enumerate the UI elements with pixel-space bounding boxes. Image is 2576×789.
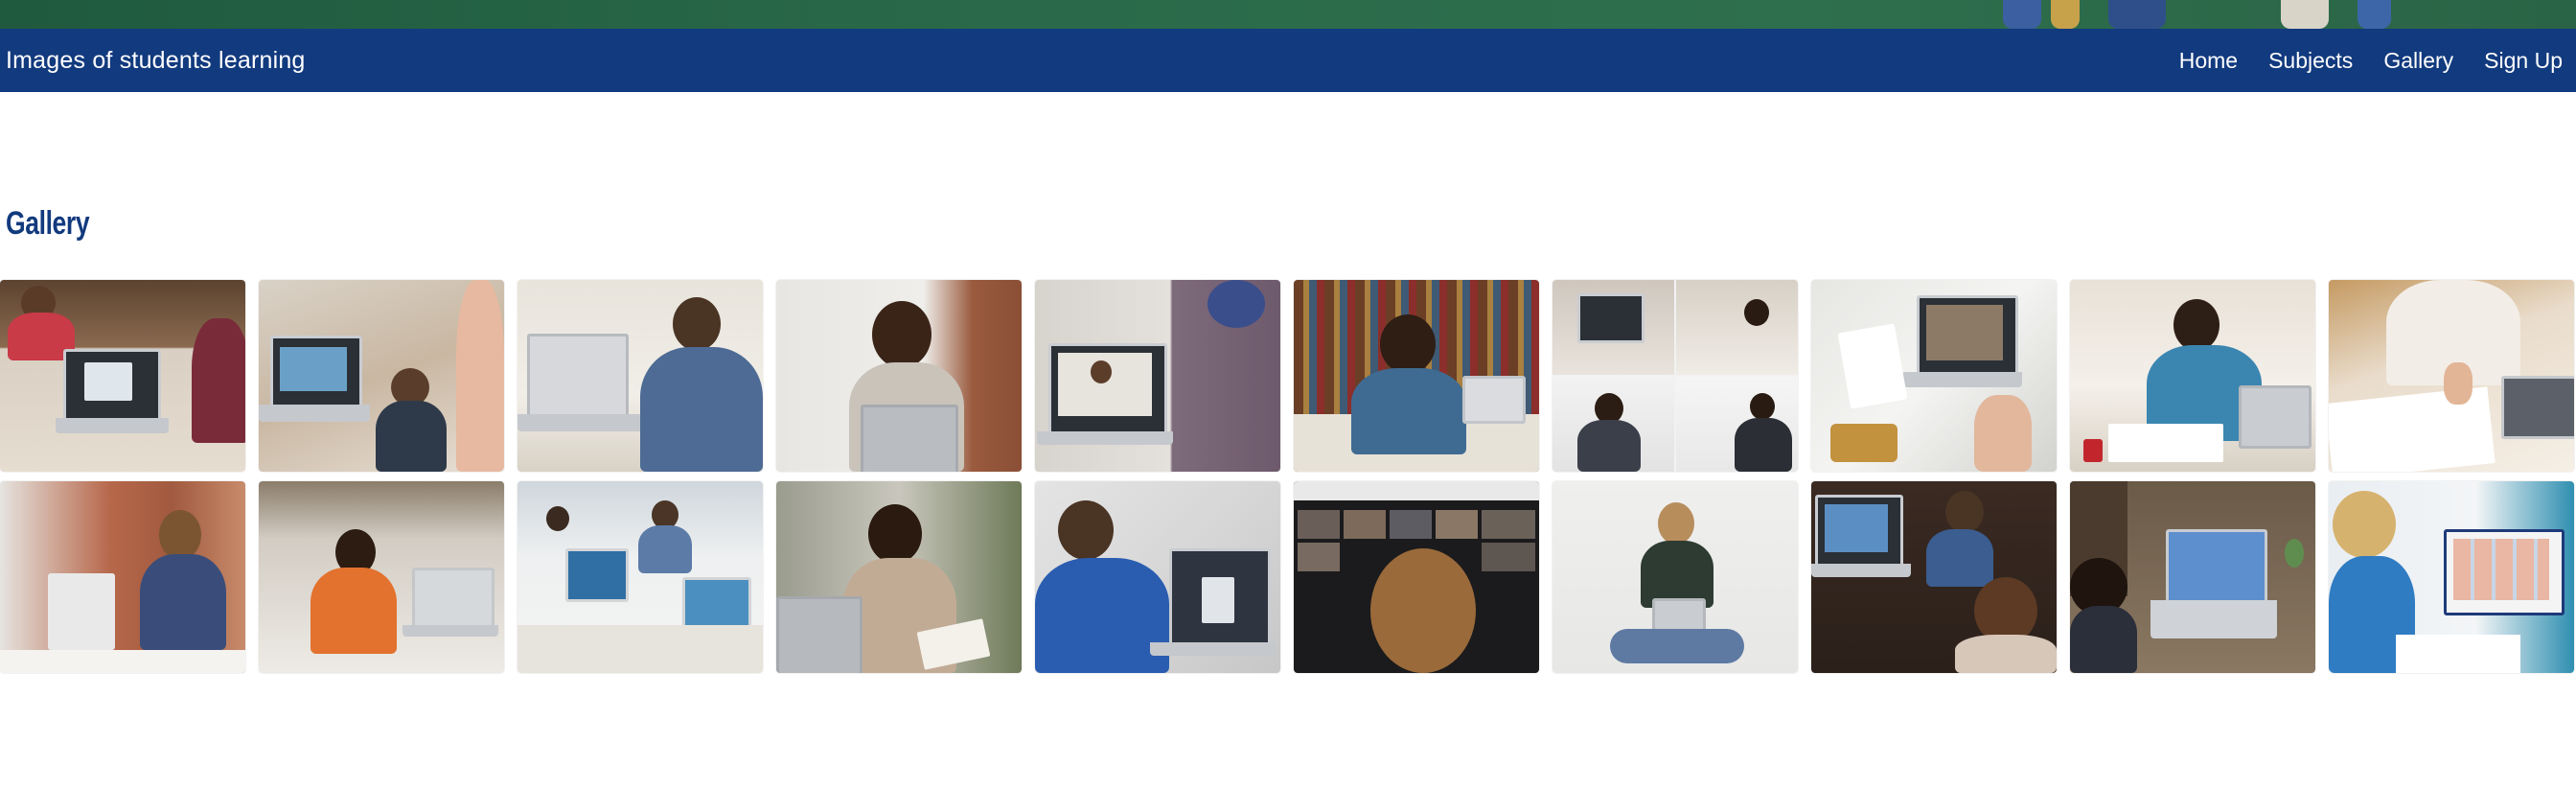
nav-home-link[interactable]: Home [2179, 48, 2238, 74]
gallery-image-boy-laptop-video-call[interactable] [259, 280, 504, 472]
gallery-grid [0, 280, 2576, 673]
gallery-image-hand-waving-laptop-call[interactable] [1811, 280, 2057, 472]
navbar: Images of students learning Home Subject… [0, 29, 2576, 92]
gallery-image-man-writing-notebook[interactable] [2070, 280, 2315, 472]
site-brand[interactable]: Images of students learning [6, 47, 306, 75]
gallery-image-video-conference-grid[interactable] [1294, 481, 1539, 673]
hero-decoration [2003, 0, 2041, 29]
gallery-image-girl-homework-desk[interactable] [259, 481, 504, 673]
gallery-image-hand-writing-notes[interactable] [2329, 280, 2574, 472]
nav-subjects-link[interactable]: Subjects [2268, 48, 2353, 74]
gallery-image-woman-headset-laptop[interactable] [776, 280, 1022, 472]
gallery-image-girl-sitting-laptop[interactable] [1552, 481, 1798, 673]
hero-decoration [2108, 0, 2166, 29]
hero-decoration [2358, 0, 2391, 29]
gallery-image-students-writing-laptop[interactable] [0, 280, 245, 472]
gallery-image-kids-tablet-laptop[interactable] [1811, 481, 2057, 673]
gallery-image-child-laptop-desk-overhead[interactable] [2070, 481, 2315, 673]
gallery-title: Gallery [6, 205, 90, 242]
nav-signup-link[interactable]: Sign Up [2484, 48, 2563, 74]
gallery-image-video-call-collage[interactable] [1552, 280, 1798, 472]
gallery-image-boy-laptop-online-class[interactable] [1035, 481, 1280, 673]
gallery-image-girl-studying-desk[interactable] [0, 481, 245, 673]
nav-links: Home Subjects Gallery Sign Up [2179, 48, 2570, 74]
nav-gallery-link[interactable]: Gallery [2383, 48, 2453, 74]
gallery-image-boy-online-class-screen[interactable] [2329, 481, 2574, 673]
gallery-image-girl-headphones-bookshelf[interactable] [1294, 280, 1539, 472]
hero-decoration [2281, 0, 2329, 29]
gallery-image-laptop-video-teacher[interactable] [1035, 280, 1280, 472]
hero-banner-strip [0, 0, 2576, 29]
gallery-image-teen-laptop-desk[interactable] [518, 280, 763, 472]
hero-decoration [2051, 0, 2080, 29]
gallery-image-classroom-computers[interactable] [518, 481, 763, 673]
gallery-image-woman-reading-book[interactable] [776, 481, 1022, 673]
